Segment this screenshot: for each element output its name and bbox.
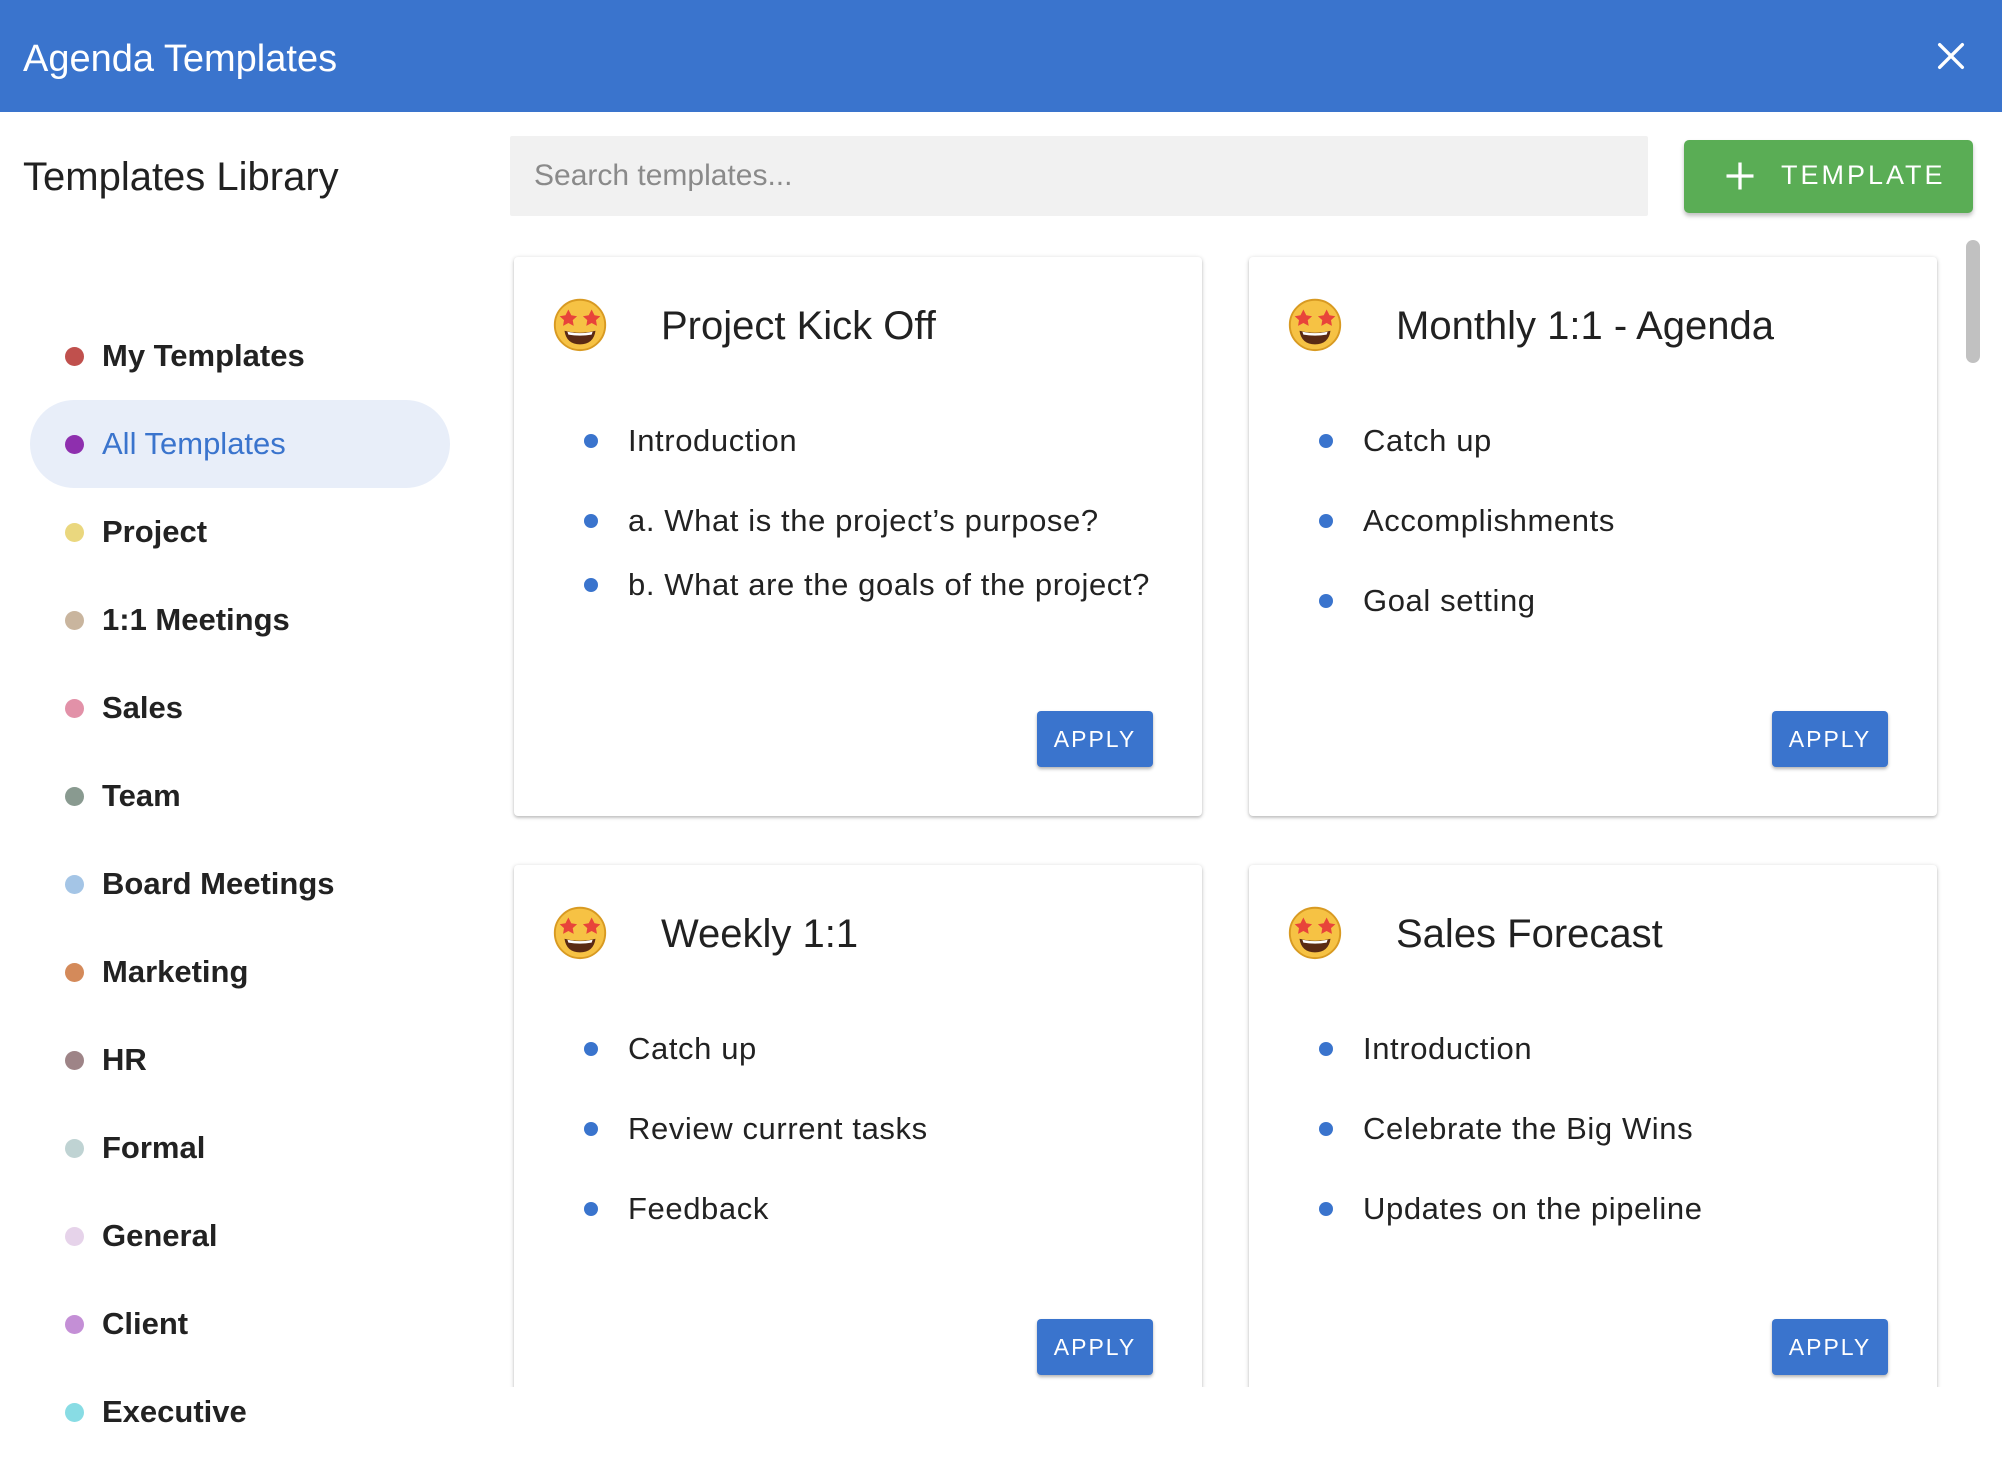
category-color-dot (65, 1138, 84, 1158)
template-card-weekly-1-1: Weekly 1:1 Catch up Review current tasks… (514, 865, 1202, 1387)
agenda-item: Goal setting (1319, 577, 1899, 625)
category-label: 1:1 Meetings (102, 602, 290, 637)
star-struck-emoji-icon (553, 298, 607, 352)
category-label: Sales (102, 690, 184, 725)
card-title: Weekly 1:1 (661, 912, 859, 956)
agenda-item: Review current tasks (584, 1105, 1164, 1153)
add-template-label: TEMPLATE (1781, 160, 1946, 190)
category-label: My Templates (102, 338, 305, 373)
category-client[interactable]: Client (30, 1280, 450, 1368)
agenda-item: Accomplishments (1319, 497, 1899, 545)
close-icon (1937, 42, 1965, 70)
star-struck-emoji-icon (1288, 906, 1342, 960)
category-my-templates[interactable]: My Templates (30, 312, 450, 400)
cards-scrollbar-thumb[interactable] (1966, 240, 1980, 363)
templates-sidebar: Templates Library My Templates All Templ… (0, 112, 490, 1462)
apply-button[interactable]: APPLY (1037, 711, 1153, 767)
agenda-item: Catch up (584, 1025, 1164, 1073)
apply-button[interactable]: APPLY (1037, 1319, 1153, 1375)
category-label: General (102, 1218, 218, 1253)
template-cards-grid: Project Kick Off Introduction a. What is… (505, 240, 1975, 1387)
template-card-monthly-1-1-agenda: Monthly 1:1 - Agenda Catch up Accomplish… (1249, 257, 1937, 816)
agenda-item: Updates on the pipeline (1319, 1185, 1899, 1233)
category-project[interactable]: Project (30, 488, 450, 576)
agenda-item: Celebrate the Big Wins (1319, 1105, 1899, 1153)
category-color-dot (65, 786, 84, 806)
category-label: Team (102, 778, 181, 813)
agenda-item: a. What is the project’s purpose? (584, 497, 1164, 545)
card-agenda-list: Catch up Accomplishments Goal setting (1319, 417, 1899, 625)
category-general[interactable]: General (30, 1192, 450, 1280)
category-color-dot (65, 434, 84, 454)
star-struck-emoji-icon (553, 906, 607, 960)
cards-scrollbar[interactable] (1963, 240, 1983, 1387)
search-input[interactable] (510, 136, 1648, 216)
card-agenda-list: Introduction a. What is the project’s pu… (584, 417, 1164, 609)
category-label: All Templates (102, 426, 286, 461)
add-template-button[interactable]: TEMPLATE (1684, 140, 1973, 213)
close-button[interactable] (1925, 30, 1977, 82)
card-agenda-list: Introduction Celebrate the Big Wins Upda… (1319, 1025, 1899, 1233)
category-1-1-meetings[interactable]: 1:1 Meetings (30, 576, 450, 664)
category-color-dot (65, 1050, 84, 1070)
card-title: Sales Forecast (1396, 912, 1663, 956)
template-card-sales-forecast: Sales Forecast Introduction Celebrate th… (1249, 865, 1937, 1387)
card-agenda-list: Catch up Review current tasks Feedback (584, 1025, 1164, 1233)
agenda-item: b. What are the goals of the project? (584, 561, 1164, 609)
category-hr[interactable]: HR (30, 1016, 450, 1104)
category-all-templates[interactable]: All Templates (30, 400, 450, 488)
category-color-dot (65, 962, 84, 982)
category-label: Client (102, 1306, 189, 1341)
apply-button[interactable]: APPLY (1772, 1319, 1888, 1375)
plus-icon (1726, 162, 1754, 190)
category-color-dot (65, 1226, 84, 1246)
card-title: Project Kick Off (661, 304, 936, 348)
category-label: Project (102, 514, 208, 549)
category-formal[interactable]: Formal (30, 1104, 450, 1192)
star-struck-emoji-icon (1288, 298, 1342, 352)
category-color-dot (65, 874, 84, 894)
category-label: Executive (102, 1394, 247, 1429)
category-label: Board Meetings (102, 866, 335, 901)
category-label: Formal (102, 1130, 206, 1165)
category-board-meetings[interactable]: Board Meetings (30, 840, 450, 928)
template-card-project-kick-off: Project Kick Off Introduction a. What is… (514, 257, 1202, 816)
agenda-templates-dialog: Agenda Templates Templates Library My Te… (0, 0, 2002, 1462)
category-label: Marketing (102, 954, 249, 989)
agenda-item: Introduction (1319, 1025, 1899, 1073)
dialog-title: Agenda Templates (23, 38, 338, 80)
category-color-dot (65, 610, 84, 630)
category-color-dot (65, 698, 84, 718)
agenda-item: Catch up (1319, 417, 1899, 465)
category-color-dot (65, 1314, 84, 1334)
category-color-dot (65, 346, 84, 366)
category-color-dot (65, 1402, 84, 1422)
category-sales[interactable]: Sales (30, 664, 450, 752)
category-color-dot (65, 522, 84, 542)
apply-button[interactable]: APPLY (1772, 711, 1888, 767)
category-label: HR (102, 1042, 147, 1077)
agenda-item: Feedback (584, 1185, 1164, 1233)
category-team[interactable]: Team (30, 752, 450, 840)
agenda-item: Introduction (584, 417, 1164, 465)
category-marketing[interactable]: Marketing (30, 928, 450, 1016)
card-title: Monthly 1:1 - Agenda (1396, 304, 1775, 348)
sidebar-title: Templates Library (23, 155, 339, 199)
dialog-header: Agenda Templates (0, 0, 2002, 112)
category-executive[interactable]: Executive (30, 1368, 450, 1456)
